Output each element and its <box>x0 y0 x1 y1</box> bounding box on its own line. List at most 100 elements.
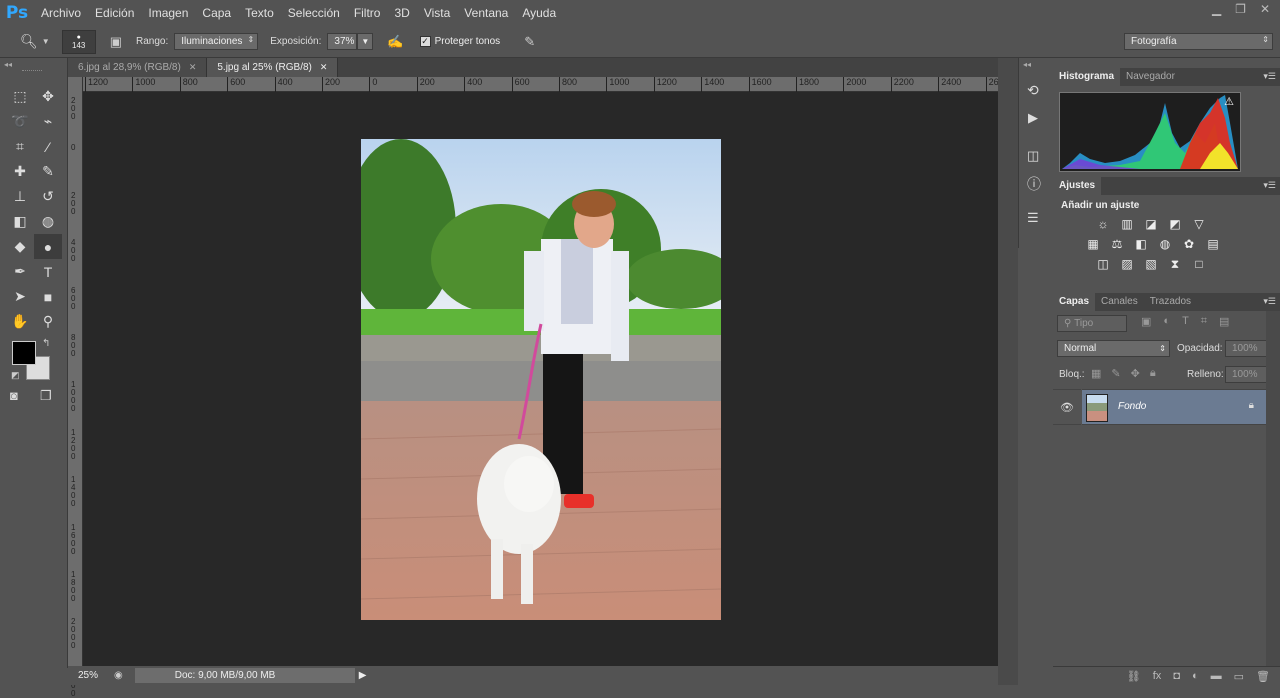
collapse-panel-icon[interactable]: ◂◂ <box>4 60 12 69</box>
brush-size-picker[interactable]: ● 143 <box>61 29 96 54</box>
invert-icon[interactable]: ◫ <box>1095 257 1111 271</box>
horizontal-ruler[interactable]: 1200 1000 800 600 400 200 0 200 400 600 800 1000 120… <box>83 77 1009 92</box>
default-colors-icon[interactable]: ◩ <box>11 370 20 381</box>
document-image[interactable] <box>361 139 721 620</box>
tab-ajustes[interactable]: Ajustes <box>1053 177 1102 195</box>
black-white-icon[interactable]: ◧ <box>1133 237 1149 251</box>
healing-brush-tool-icon[interactable]: ✚ <box>6 159 34 184</box>
lock-pixels-icon[interactable]: ✎ <box>1111 367 1120 380</box>
layer-filter-select[interactable]: ⚲ Tipo <box>1057 315 1127 332</box>
brightness-icon[interactable]: ☼ <box>1095 217 1111 231</box>
exposure-icon[interactable]: ◩ <box>1167 217 1183 231</box>
tab-trazados[interactable]: Trazados <box>1144 293 1197 311</box>
actions-panel-icon[interactable]: ▶ <box>1028 110 1038 126</box>
tab-navegador[interactable]: Navegador <box>1120 68 1181 86</box>
airbrush-icon[interactable]: ✍ <box>387 34 403 50</box>
close-tab-icon[interactable]: ✕ <box>320 62 328 73</box>
blur-tool-icon[interactable]: ◆ <box>6 234 34 259</box>
hand-tool-icon[interactable]: ✋ <box>6 309 34 334</box>
threshold-icon[interactable]: ▧ <box>1143 257 1159 271</box>
panel-grip[interactable] <box>22 70 42 73</box>
zoom-tool-icon[interactable]: ⚲ <box>34 309 62 334</box>
delete-layer-icon[interactable]: 🗑︎ <box>1256 670 1270 683</box>
filter-adjust-icon[interactable]: ◐ <box>1163 315 1170 328</box>
menu-filtro[interactable]: Filtro <box>347 0 388 26</box>
panel-menu-icon[interactable]: ▾☰ <box>1263 296 1276 307</box>
lock-transparency-icon[interactable]: ▦ <box>1091 367 1101 380</box>
menu-ayuda[interactable]: Ayuda <box>515 0 563 26</box>
levels-icon[interactable]: ▥ <box>1119 217 1135 231</box>
layer-row-fondo[interactable]: Fondo 🔒︎ <box>1082 389 1266 425</box>
visibility-eye-icon[interactable]: 👁︎ <box>1053 389 1081 425</box>
posterize-icon[interactable]: ▨ <box>1119 257 1135 271</box>
clone-stamp-tool-icon[interactable]: ⊥ <box>6 184 34 209</box>
close-icon[interactable]: ✕ <box>1260 2 1270 16</box>
dodge-tool-icon[interactable]: ● <box>34 234 62 259</box>
paint-bucket-tool-icon[interactable]: ◍ <box>34 209 62 234</box>
rango-select[interactable]: Iluminaciones ⇕ <box>174 33 259 50</box>
vertical-ruler[interactable]: 2 0 0 0 2 0 0 4 0 0 6 0 0 8 0 0 1 0 0 0 1 2 0 0… <box>68 77 83 697</box>
filter-smart-icon[interactable]: ▤ <box>1219 315 1229 328</box>
tab-6jpg[interactable]: 6.jpg al 28,9% (RGB/8) ✕ <box>68 58 208 77</box>
type-tool-icon[interactable]: T <box>34 259 62 284</box>
menu-3d[interactable]: 3D <box>387 0 416 26</box>
pen-tool-icon[interactable]: ✒ <box>6 259 34 284</box>
zoom-level[interactable]: 25% <box>68 670 108 681</box>
curves-icon[interactable]: ◪ <box>1143 217 1159 231</box>
screen-mode-icon[interactable]: ❐ <box>40 388 52 404</box>
eyedropper-tool-icon[interactable]: ⁄ <box>34 134 62 159</box>
new-layer-icon[interactable]: ▭ <box>1234 670 1244 683</box>
brush-presets-icon[interactable]: ◫ <box>1027 148 1039 164</box>
filter-pixel-icon[interactable]: ▣ <box>1141 315 1151 328</box>
pressure-size-icon[interactable]: ✎ <box>524 34 535 50</box>
path-selection-tool-icon[interactable]: ➤ <box>6 284 34 309</box>
rectangle-tool-icon[interactable]: ■ <box>34 284 62 309</box>
minimize-icon[interactable]: ▁ <box>1212 2 1221 16</box>
hue-saturation-icon[interactable]: ▦ <box>1085 237 1101 251</box>
layer-comps-icon[interactable]: ☰ <box>1027 210 1039 226</box>
lock-position-icon[interactable]: ✥ <box>1131 367 1140 380</box>
quick-mask-icon[interactable]: ◙ <box>10 388 18 403</box>
new-adjustment-icon[interactable]: ◐ <box>1192 670 1199 682</box>
menu-texto[interactable]: Texto <box>238 0 281 26</box>
layers-scrollbar[interactable] <box>1266 311 1280 666</box>
menu-seleccion[interactable]: Selección <box>281 0 347 26</box>
lock-all-icon[interactable]: 🔒︎ <box>1150 367 1156 380</box>
gradient-map-icon[interactable]: ⧗ <box>1167 257 1183 271</box>
proteger-tonos-checkbox[interactable]: ✓ Proteger tonos <box>419 36 500 47</box>
status-share-icon[interactable]: ◉ <box>114 670 123 681</box>
brush-panel-icon[interactable]: ▣ <box>110 34 122 50</box>
link-layers-icon[interactable]: ⛓ <box>1127 670 1141 683</box>
filter-shape-icon[interactable]: ⌗ <box>1201 315 1207 328</box>
crop-tool-icon[interactable]: ⌗ <box>6 134 34 159</box>
tab-canales[interactable]: Canales <box>1095 293 1144 311</box>
menu-capa[interactable]: Capa <box>195 0 238 26</box>
channel-mixer-icon[interactable]: ✿ <box>1181 237 1197 251</box>
status-menu-icon[interactable]: ▶ <box>359 670 367 681</box>
lasso-tool-icon[interactable]: ➰ <box>6 109 34 134</box>
eraser-tool-icon[interactable]: ◧ <box>6 209 34 234</box>
menu-edicion[interactable]: Edición <box>88 0 141 26</box>
menu-archivo[interactable]: Archivo <box>34 0 88 26</box>
restore-icon[interactable]: ❐ <box>1235 2 1246 16</box>
exposicion-slider-button[interactable]: ▼ <box>357 33 374 50</box>
quick-selection-tool-icon[interactable]: ⌁ <box>34 109 62 134</box>
vibrance-icon[interactable]: ▽ <box>1191 217 1207 231</box>
photo-filter-icon[interactable]: ◍ <box>1157 237 1173 251</box>
foreground-color-swatch[interactable] <box>12 341 36 365</box>
history-panel-icon[interactable]: ⟲ <box>1027 82 1039 99</box>
color-balance-icon[interactable]: ⚖ <box>1109 237 1125 251</box>
selective-color-icon[interactable]: □ <box>1191 257 1207 271</box>
filter-type-icon[interactable]: T <box>1182 315 1189 328</box>
tab-histograma[interactable]: Histograma <box>1053 68 1121 86</box>
info-panel-icon[interactable]: ⓘ <box>1027 174 1041 194</box>
new-group-icon[interactable]: ▬ <box>1211 670 1222 682</box>
panel-menu-icon[interactable]: ▾☰ <box>1263 180 1276 191</box>
exposicion-input[interactable]: 37% <box>327 33 358 50</box>
tool-preset-dropdown-icon[interactable]: ▼ <box>42 37 50 46</box>
history-brush-tool-icon[interactable]: ↺ <box>34 184 62 209</box>
tab-5jpg[interactable]: 5.jpg al 25% (RGB/8) ✕ <box>207 58 339 77</box>
close-tab-icon[interactable]: ✕ <box>189 62 197 73</box>
menu-imagen[interactable]: Imagen <box>141 0 195 26</box>
add-mask-icon[interactable]: ◘ <box>1173 670 1180 682</box>
